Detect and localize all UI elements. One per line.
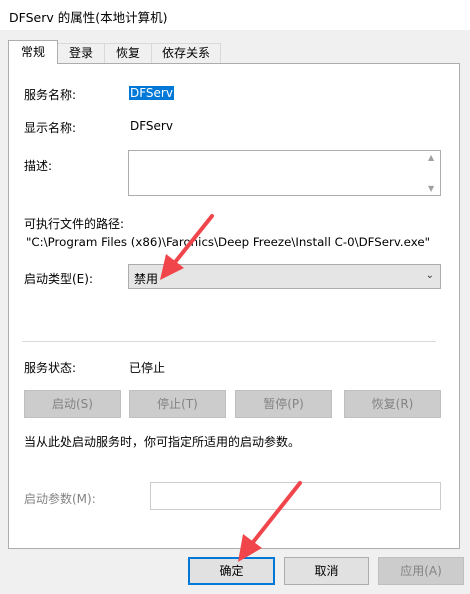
annotation-arrow-startup-type-icon <box>160 214 214 280</box>
stop-service-button[interactable]: 停止(T) <box>129 390 226 418</box>
display-name-label: 显示名称: <box>24 121 77 135</box>
service-status-value: 已停止 <box>129 361 166 375</box>
service-name-label: 服务名称: <box>24 88 77 102</box>
scroll-down-arrow-icon[interactable]: ▼ <box>428 184 434 193</box>
tab-strip: 常规 登录 恢复 依存关系 <box>0 40 470 64</box>
scroll-up-arrow-icon[interactable]: ▲ <box>428 153 434 162</box>
resume-service-button[interactable]: 恢复(R) <box>344 390 441 418</box>
startup-type-label: 启动类型(E): <box>24 272 93 286</box>
start-params-hint: 当从此处启动服务时，你可指定所适用的启动参数。 <box>24 435 301 449</box>
window-title: DFServ 的属性(本地计算机) <box>9 10 168 25</box>
service-name-value[interactable]: DFServ <box>129 86 174 100</box>
exe-path-value: "C:\Program Files (x86)\Faronics\Deep Fr… <box>26 235 431 249</box>
start-service-button[interactable]: 启动(S) <box>24 390 121 418</box>
section-divider <box>22 341 436 342</box>
chevron-down-icon[interactable]: ⌄ <box>426 270 434 281</box>
tab-general[interactable]: 常规 <box>8 40 58 64</box>
tab-recovery[interactable]: 恢复 <box>104 43 152 63</box>
apply-button[interactable]: 应用(A) <box>378 557 464 585</box>
title-bar: DFServ 的属性(本地计算机) <box>0 0 470 30</box>
description-label: 描述: <box>24 159 53 173</box>
tab-logon[interactable]: 登录 <box>57 43 105 63</box>
start-params-label: 启动参数(M): <box>24 492 96 506</box>
service-status-label: 服务状态: <box>24 361 77 375</box>
display-name-value: DFServ <box>130 119 173 133</box>
exe-path-label: 可执行文件的路径: <box>24 217 125 231</box>
tab-dependencies[interactable]: 依存关系 <box>151 43 221 63</box>
annotation-arrow-ok-button-icon <box>238 481 302 562</box>
service-name-selected-text[interactable]: DFServ <box>129 86 174 100</box>
description-box[interactable]: ▲ ▼ <box>128 150 441 196</box>
description-scrollbar[interactable]: ▲ ▼ <box>425 151 440 195</box>
pause-service-button[interactable]: 暂停(P) <box>235 390 332 418</box>
